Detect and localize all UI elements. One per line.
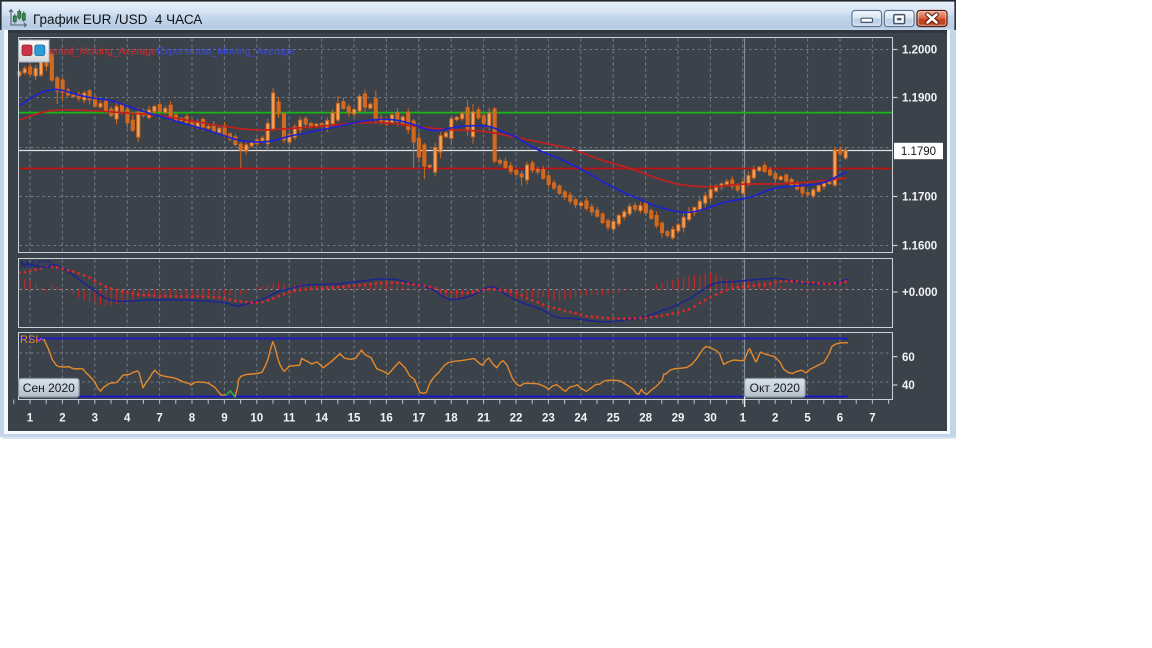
- svg-text:1.1900: 1.1900: [902, 93, 937, 105]
- svg-text:График EUR /USD 4 ЧАСА: График EUR /USD 4 ЧАСА: [33, 12, 202, 27]
- svg-text:10: 10: [250, 413, 263, 425]
- svg-text:15: 15: [348, 413, 361, 425]
- svg-text:5: 5: [804, 413, 811, 425]
- svg-text:RSI: RSI: [20, 334, 38, 346]
- svg-text:23: 23: [542, 413, 555, 425]
- svg-text:17: 17: [412, 413, 425, 425]
- svg-text:21: 21: [477, 413, 490, 425]
- svg-text:30: 30: [704, 413, 717, 425]
- svg-text:9: 9: [221, 413, 227, 425]
- svg-text:14: 14: [315, 413, 328, 425]
- svg-text:1: 1: [27, 413, 34, 425]
- svg-text:60: 60: [902, 352, 915, 364]
- svg-text:1.1790: 1.1790: [901, 146, 936, 158]
- svg-text:22: 22: [510, 413, 523, 425]
- svg-text:16: 16: [380, 413, 393, 425]
- svg-text:2: 2: [59, 413, 65, 425]
- svg-text:11: 11: [283, 413, 296, 425]
- svg-text:1: 1: [740, 413, 747, 425]
- svg-text:1.2000: 1.2000: [902, 45, 937, 57]
- svg-text:6: 6: [837, 413, 843, 425]
- svg-text:18: 18: [445, 413, 458, 425]
- svg-text:24: 24: [574, 413, 587, 425]
- svg-text:Окт 2020: Окт 2020: [750, 381, 801, 395]
- svg-text:7: 7: [156, 413, 162, 425]
- svg-text:1.1600: 1.1600: [902, 241, 937, 253]
- svg-text:8: 8: [189, 413, 196, 425]
- svg-text:4: 4: [124, 413, 131, 425]
- svg-text:ential_Moving_Average: ential_Moving_Average: [49, 47, 157, 58]
- svg-text:29: 29: [672, 413, 685, 425]
- svg-text:+0.000: +0.000: [902, 287, 938, 299]
- svg-text:Сен 2020: Сен 2020: [23, 381, 75, 395]
- svg-text:MACD: MACD: [20, 259, 52, 271]
- svg-text:25: 25: [607, 413, 620, 425]
- svg-text:3: 3: [92, 413, 98, 425]
- svg-text:40: 40: [902, 380, 915, 392]
- svg-text:7: 7: [869, 413, 875, 425]
- svg-text:Exponential_Moving_Average: Exponential_Moving_Average: [157, 47, 295, 58]
- svg-text:2: 2: [772, 413, 778, 425]
- svg-text:28: 28: [639, 413, 652, 425]
- svg-text:1.1700: 1.1700: [902, 192, 937, 204]
